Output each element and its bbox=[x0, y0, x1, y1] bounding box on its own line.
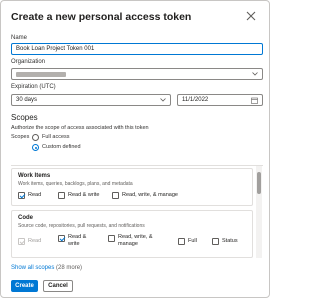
scope-card-description: Source code, repositories, pull requests… bbox=[18, 223, 145, 229]
organization-redacted-value bbox=[16, 72, 66, 77]
code-status-checkbox[interactable] bbox=[212, 238, 219, 245]
scopes-scrollbar[interactable] bbox=[256, 166, 262, 258]
scopes-radio-label: Scopes bbox=[11, 134, 30, 140]
scope-card-work-items: Work Items Work items, queries, backlogs… bbox=[11, 168, 253, 206]
name-field[interactable]: Book Loan Project Token 001 bbox=[11, 43, 263, 55]
code-full-checkbox[interactable] bbox=[178, 238, 185, 245]
full-access-radio[interactable] bbox=[32, 134, 39, 141]
code-full-label[interactable]: Full bbox=[188, 238, 197, 245]
show-all-scopes-link[interactable]: Show all scopes (28 more) bbox=[11, 265, 82, 271]
code-manage-checkbox[interactable] bbox=[108, 235, 115, 242]
work-items-manage-label[interactable]: Read, write, & manage bbox=[122, 192, 178, 199]
work-items-read-write-label[interactable]: Read & write bbox=[68, 192, 100, 199]
scopes-description: Authorize the scope of access associated… bbox=[11, 125, 149, 131]
full-access-label[interactable]: Full access bbox=[42, 134, 70, 140]
cancel-button[interactable]: Cancel bbox=[43, 280, 73, 292]
scope-card-description: Work items, queries, backlogs, plans, an… bbox=[18, 181, 133, 187]
code-read-checkbox[interactable] bbox=[18, 238, 25, 245]
code-read-write-label[interactable]: Read & write bbox=[68, 234, 96, 248]
code-read-label[interactable]: Read bbox=[28, 238, 41, 245]
dialog-title: Create a new personal access token bbox=[11, 11, 192, 23]
work-items-manage-checkbox[interactable] bbox=[112, 192, 119, 199]
custom-defined-label[interactable]: Custom defined bbox=[42, 144, 81, 150]
work-items-read-write-checkbox[interactable] bbox=[58, 192, 65, 199]
chevron-down-icon bbox=[160, 98, 166, 102]
calendar-icon[interactable] bbox=[251, 97, 258, 104]
show-all-scopes-text[interactable]: Show all scopes bbox=[11, 265, 54, 271]
code-read-write-checkbox[interactable] bbox=[58, 235, 65, 242]
scope-card-code: Code Source code, repositories, pull req… bbox=[11, 210, 253, 258]
scope-card-title: Code bbox=[18, 215, 33, 221]
name-value: Book Loan Project Token 001 bbox=[16, 46, 95, 52]
expiration-label: Expiration (UTC) bbox=[11, 84, 56, 90]
expiration-dropdown[interactable]: 30 days bbox=[11, 94, 171, 106]
organization-dropdown[interactable] bbox=[11, 68, 263, 80]
code-manage-label[interactable]: Read, write, & manage bbox=[118, 234, 166, 248]
name-label: Name bbox=[11, 35, 28, 41]
close-icon[interactable] bbox=[245, 10, 257, 22]
scope-card-title: Work Items bbox=[18, 173, 51, 179]
scopes-list[interactable]: Work Items Work items, queries, backlogs… bbox=[11, 165, 263, 258]
work-items-read-checkbox[interactable] bbox=[18, 192, 25, 199]
scopes-title: Scopes bbox=[11, 113, 38, 122]
work-items-read-label[interactable]: Read bbox=[28, 192, 41, 199]
organization-label: Organization bbox=[11, 59, 46, 65]
expiration-date-field[interactable]: 11/1/2022 bbox=[177, 94, 263, 106]
scrollbar-thumb[interactable] bbox=[257, 172, 261, 194]
expiration-value: 30 days bbox=[16, 97, 38, 103]
code-status-label[interactable]: Status bbox=[222, 238, 238, 245]
more-count: (28 more) bbox=[56, 265, 83, 271]
create-button[interactable]: Create bbox=[11, 280, 38, 292]
custom-defined-radio[interactable] bbox=[32, 144, 39, 151]
create-token-dialog: Create a new personal access token Name … bbox=[0, 0, 270, 298]
chevron-down-icon bbox=[252, 72, 258, 76]
expiration-date-value: 11/1/2022 bbox=[182, 97, 209, 103]
